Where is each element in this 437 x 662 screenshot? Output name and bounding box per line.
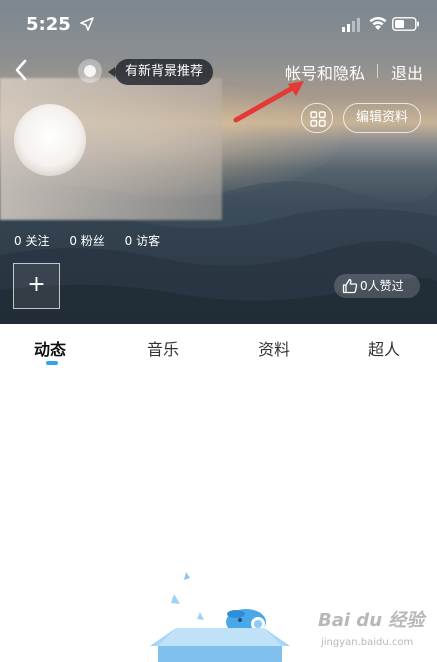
battery-icon: [392, 17, 419, 31]
edit-profile-button[interactable]: 编辑资料: [343, 103, 421, 133]
profile-tabs: 动态 音乐 资料 超人: [0, 324, 437, 370]
empty-box-illustration: [150, 572, 290, 662]
stat-visitors-label: 访客: [136, 234, 161, 248]
likes-button[interactable]: 0人赞过: [334, 274, 420, 298]
stat-visitors[interactable]: 0 访客: [125, 234, 160, 248]
stat-following-count: 0: [14, 234, 22, 248]
stat-visitors-count: 0: [124, 234, 133, 248]
back-chevron-icon[interactable]: [10, 56, 34, 84]
qr-code-button[interactable]: [301, 103, 333, 133]
profile-stats: 0 关注 0 粉丝 0 访客: [14, 232, 176, 249]
wifi-icon: [369, 16, 387, 30]
stat-followers[interactable]: 0 粉丝: [69, 234, 104, 248]
qr-code-icon: [310, 111, 326, 127]
location-arrow-icon: [80, 17, 94, 31]
likes-count-label: 0人赞过: [360, 279, 404, 293]
status-time: 5:25: [26, 14, 71, 35]
tab-music[interactable]: 音乐: [147, 336, 179, 360]
cellular-signal-icon: [342, 18, 360, 32]
red-arrow-annotation: [233, 81, 304, 123]
stat-following[interactable]: 0 关注: [14, 234, 49, 248]
avatar[interactable]: [14, 104, 86, 176]
watermark-url: jingyan.baidu.com: [321, 637, 414, 648]
tab-superman[interactable]: 超人: [368, 336, 400, 360]
nav-divider: [377, 64, 378, 78]
tab-feed[interactable]: 动态: [34, 336, 66, 360]
logout-link[interactable]: 退出: [391, 60, 423, 84]
status-bar: 5:25: [0, 0, 437, 48]
stat-followers-count: 0: [69, 234, 77, 248]
stat-following-label: 关注: [25, 234, 50, 248]
tab-info[interactable]: 资料: [258, 336, 290, 360]
stat-followers-label: 粉丝: [80, 234, 105, 248]
watermark-logo: Bai du 经验: [318, 610, 425, 631]
active-tab-indicator: [46, 361, 58, 365]
background-switch-icon[interactable]: [78, 59, 102, 83]
profile-screen: 5:25 有新背景推荐 帐号和隐私 退出 编辑资料 0 关注 0 粉丝 0 访客…: [0, 0, 437, 662]
add-photo-button[interactable]: +: [13, 263, 60, 309]
thumbs-up-icon: [342, 278, 358, 294]
new-background-tooltip[interactable]: 有新背景推荐: [107, 59, 214, 85]
